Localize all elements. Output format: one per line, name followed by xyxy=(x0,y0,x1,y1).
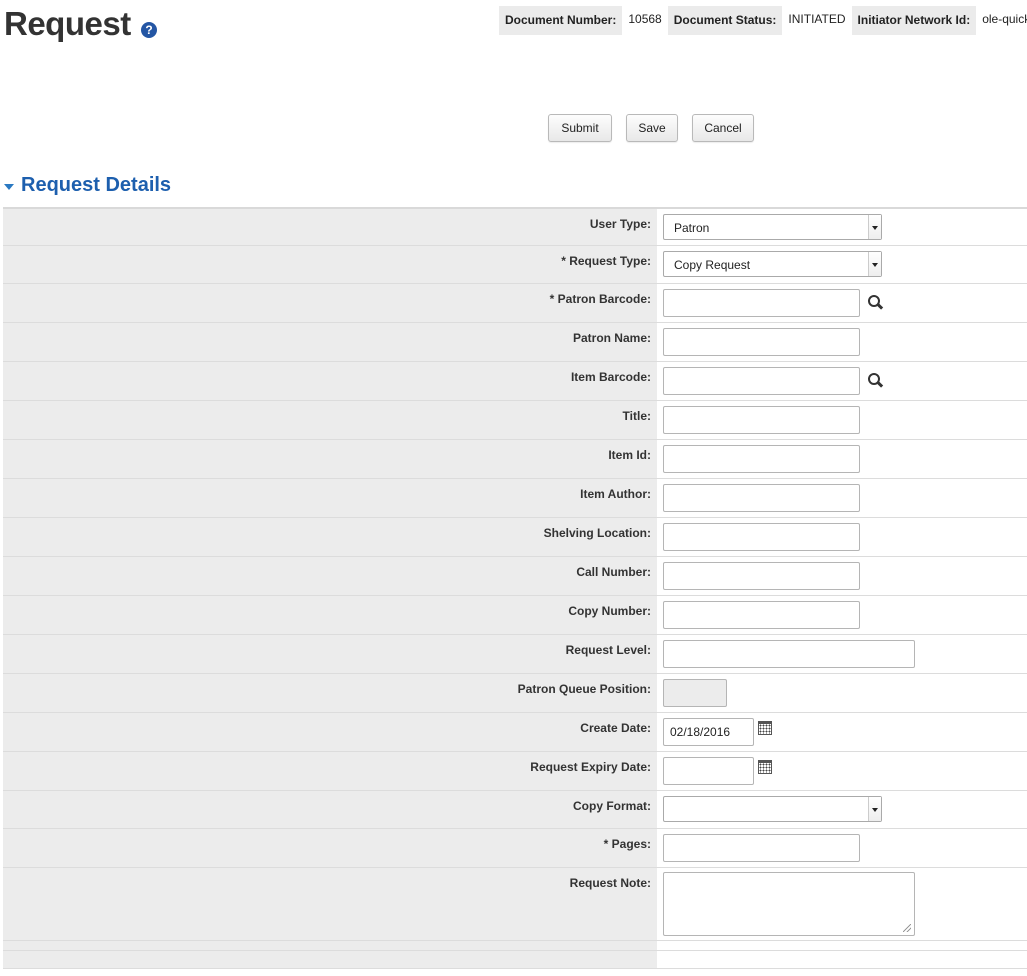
document-number-label: Document Number: xyxy=(499,6,623,35)
row-request-expiry-date: Request Expiry Date: xyxy=(3,752,1027,791)
request-level-input[interactable] xyxy=(663,640,915,668)
title-input[interactable] xyxy=(663,406,860,434)
request-expiry-date-input[interactable] xyxy=(663,757,754,785)
patron-name-input[interactable] xyxy=(663,328,860,356)
call-number-label: Call Number: xyxy=(576,565,651,579)
row-spacer xyxy=(3,941,1027,951)
copy-format-label: Copy Format: xyxy=(573,799,651,813)
chevron-down-icon xyxy=(868,215,881,239)
chevron-down-icon xyxy=(868,252,881,276)
row-request-note: Request Note: xyxy=(3,868,1027,941)
document-status-label: Document Status: xyxy=(667,6,783,35)
calendar-icon[interactable] xyxy=(758,721,772,735)
item-barcode-label: Item Barcode: xyxy=(570,370,651,384)
search-icon[interactable] xyxy=(868,373,884,388)
chevron-down-icon xyxy=(868,797,881,821)
request-type-select[interactable]: Copy Request xyxy=(663,251,882,277)
initiator-network-id-label: Initiator Network Id: xyxy=(851,6,977,35)
document-status-value: INITIATED xyxy=(782,6,852,35)
user-type-label: User Type: xyxy=(589,217,651,231)
row-shelving-location: Shelving Location: xyxy=(3,518,1027,557)
document-header: Document Number: 10568 Document Status: … xyxy=(499,6,1027,35)
row-pages: * Pages: xyxy=(3,829,1027,868)
call-number-input[interactable] xyxy=(663,562,860,590)
row-copy-format: Copy Format: xyxy=(3,791,1027,829)
patron-name-label: Patron Name: xyxy=(572,331,651,345)
item-id-label: Item Id: xyxy=(608,448,651,462)
row-item-barcode: Item Barcode: xyxy=(3,362,1027,401)
row-call-number: Call Number: xyxy=(3,557,1027,596)
shelving-location-label: Shelving Location: xyxy=(543,526,651,540)
copy-format-select[interactable] xyxy=(663,796,882,822)
row-copy-number: Copy Number: xyxy=(3,596,1027,635)
row-create-date: Create Date: xyxy=(3,713,1027,752)
copy-number-label: Copy Number: xyxy=(568,604,651,618)
patron-queue-position-input xyxy=(663,679,727,707)
item-author-input[interactable] xyxy=(663,484,860,512)
patron-queue-position-label: Patron Queue Position: xyxy=(517,682,651,696)
save-button[interactable]: Save xyxy=(626,114,678,142)
create-date-input[interactable] xyxy=(663,718,754,746)
copy-number-input[interactable] xyxy=(663,601,860,629)
row-request-level: Request Level: xyxy=(3,635,1027,674)
request-note-label: Request Note: xyxy=(569,876,651,890)
title-label: Title: xyxy=(622,409,651,423)
request-expiry-date-label: Request Expiry Date: xyxy=(530,760,651,774)
pages-input[interactable] xyxy=(663,834,860,862)
request-type-label: * Request Type: xyxy=(561,254,651,268)
cancel-button[interactable]: Cancel xyxy=(692,114,754,142)
help-icon[interactable]: ? xyxy=(141,22,157,38)
row-patron-barcode: * Patron Barcode: xyxy=(3,284,1027,323)
search-icon[interactable] xyxy=(868,295,884,310)
page-title: Request xyxy=(4,5,131,42)
shelving-location-input[interactable] xyxy=(663,523,860,551)
row-request-type: * Request Type: Copy Request xyxy=(3,246,1027,284)
item-author-label: Item Author: xyxy=(580,487,651,501)
user-type-select[interactable]: Patron xyxy=(663,214,882,240)
create-date-label: Create Date: xyxy=(580,721,651,735)
initiator-network-id-value: ole-quicks xyxy=(976,6,1027,35)
calendar-icon[interactable] xyxy=(758,760,772,774)
row-item-id: Item Id: xyxy=(3,440,1027,479)
patron-barcode-label: * Patron Barcode: xyxy=(549,292,651,306)
row-user-type: User Type: Patron xyxy=(3,209,1027,246)
request-details-toggle[interactable]: Request Details xyxy=(4,174,171,197)
submit-button[interactable]: Submit xyxy=(548,114,612,142)
request-note-textarea[interactable] xyxy=(663,872,915,936)
document-number-value: 10568 xyxy=(622,6,668,35)
row-patron-name: Patron Name: xyxy=(3,323,1027,362)
item-id-input[interactable] xyxy=(663,445,860,473)
triangle-down-icon xyxy=(4,183,14,190)
section-title: Request Details xyxy=(21,174,172,196)
row-title: Title: xyxy=(3,401,1027,440)
row-patron-queue-position: Patron Queue Position: xyxy=(3,674,1027,713)
row-footer xyxy=(3,951,1027,969)
pages-label: * Pages: xyxy=(603,837,651,851)
request-level-label: Request Level: xyxy=(565,643,651,657)
item-barcode-input[interactable] xyxy=(663,367,860,395)
patron-barcode-input[interactable] xyxy=(663,289,860,317)
request-details-form: User Type: Patron * Request Type: Copy R… xyxy=(3,207,1027,969)
row-item-author: Item Author: xyxy=(3,479,1027,518)
resize-handle-icon[interactable] xyxy=(903,924,911,932)
